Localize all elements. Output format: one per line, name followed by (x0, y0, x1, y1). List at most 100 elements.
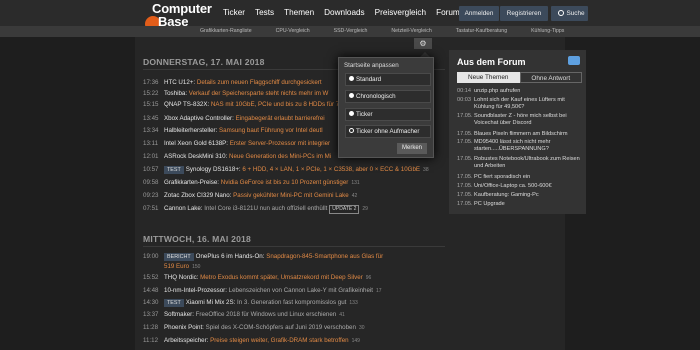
news-time: 12:01 (143, 153, 159, 160)
sub-navigation-bar: Grafikkarten-Rangliste CPU-Vergleich SSD… (0, 26, 700, 37)
news-title: Zotac Zbox CI329 Nano: (164, 192, 232, 199)
comment-count[interactable]: 29 (362, 206, 368, 212)
search-icon (558, 10, 565, 16)
news-time: 14:30 (143, 299, 159, 306)
news-row[interactable]: 15:22 Toshiba: Verkauf der Speichersparte… (143, 88, 328, 99)
comment-count[interactable]: 96 (366, 275, 372, 281)
forum-item[interactable]: 17.05.Kaufberatung: Gaming-Pc (457, 192, 585, 199)
news-title: Cannon Lake: (164, 205, 203, 212)
forum-text: MD95400 lässt sich nicht mehr starten...… (474, 139, 551, 152)
forum-item[interactable]: 17.05.MD95400 lässt sich nicht mehr star… (457, 139, 585, 153)
comment-count[interactable]: 150 (192, 264, 200, 270)
forum-item[interactable]: 17.05.Soundblaster Z - höre mich selbst … (457, 113, 585, 127)
merken-button[interactable]: Merken (397, 143, 427, 154)
nav-ticker[interactable]: Ticker (223, 8, 245, 17)
news-title: Phoenix Point: (164, 324, 204, 331)
nav-preisvergleich[interactable]: Preisvergleich (375, 8, 426, 17)
news-row[interactable]: 09:58 Grafikkarten-Preise: Nvidia GeForce… (143, 177, 360, 188)
news-title: QNAP TS-832X: (164, 101, 210, 108)
option-chronologisch[interactable]: Chronologisch (345, 90, 431, 103)
news-title: ASRock DeskMini 310: (164, 153, 228, 160)
subnav-cpu[interactable]: CPU-Vergleich (276, 28, 310, 34)
forum-time: 17.05. (457, 131, 473, 137)
news-row[interactable]: 13:37 Softmaker: FreeOffice 2018 für Wind… (143, 309, 345, 320)
option-label: Standard (356, 76, 382, 83)
news-row[interactable]: 13:34 Halbleiterhersteller: Samsung baut … (143, 125, 323, 136)
news-row[interactable]: 10:57 TEST Synology DS1618+: 6 + HDD, 4 × … (143, 164, 429, 175)
forum-item[interactable]: 17.05.Blaues Pixeln flimmern am Bildschi… (457, 131, 585, 138)
tab-ohne-antwort[interactable]: Ohne Antwort (519, 72, 582, 83)
news-row[interactable]: 15:15 QNAP TS-832X: NAS mit 10GbE, PCIe u… (143, 99, 343, 110)
news-row[interactable]: 13:45 Xbox Adaptive Controller: Eingabege… (143, 113, 325, 124)
test-badge: TEST (164, 166, 184, 174)
news-title: Xbox Adaptive Controller: (164, 115, 234, 122)
nav-tests[interactable]: Tests (255, 8, 274, 17)
news-row[interactable]: 11:28 Phoenix Point: Spiel des X-COM-Schö… (143, 322, 365, 333)
subnav-tastatur[interactable]: Tastatur-Kaufberatung (456, 28, 507, 34)
comment-count[interactable]: 30 (359, 325, 365, 331)
news-title: Synology DS1618+: (185, 166, 241, 173)
nav-themen[interactable]: Themen (284, 8, 314, 17)
news-time: 13:45 (143, 115, 159, 122)
news-time: 11:12 (143, 337, 159, 344)
news-time: 14:48 (143, 287, 159, 294)
subnav-kuehlung[interactable]: Kühlung-Tipps (531, 28, 564, 34)
comment-count[interactable]: 133 (349, 300, 357, 306)
test-badge: TEST (164, 299, 184, 307)
nav-downloads[interactable]: Downloads (324, 8, 365, 17)
news-row[interactable]: 07:51 Cannon Lake: Intel Core i3-8121U nu… (143, 203, 368, 214)
comment-count[interactable]: 42 (352, 193, 358, 199)
news-row[interactable]: 09:23 Zotac Zbox CI329 Nano: Passiv geküh… (143, 190, 357, 201)
news-row[interactable]: 14:48 10-nm-Intel-Prozessor: Lebenszeiche… (143, 285, 382, 296)
option-standard[interactable]: Standard (345, 73, 431, 86)
option-ticker-ohne-aufmacher[interactable]: Ticker ohne Aufmacher (345, 125, 431, 138)
news-title: THQ Nordic: (164, 274, 199, 281)
forum-item[interactable]: 00:14 unzip.php aufrufen (457, 88, 585, 95)
news-title: 10-nm-Intel-Prozessor: (164, 287, 227, 294)
news-row[interactable]: 14:30 TEST Xiaomi Mi Mix 2S: In 3. Generat… (143, 297, 358, 308)
forum-text: PC fiert sporadisch ein (474, 174, 531, 180)
comment-count[interactable]: 17 (376, 288, 382, 294)
subnav-netzteil[interactable]: Netzteil-Vergleich (391, 28, 431, 34)
news-time: 15:15 (143, 101, 159, 108)
comment-count[interactable]: 131 (351, 180, 359, 186)
forum-text: PC Upgrade (474, 201, 505, 207)
settings-gear-button[interactable]: ⚙ (414, 38, 432, 49)
news-row[interactable]: 17:36 HTC U12+: Details zum neuen Flaggsc… (143, 77, 322, 88)
search-label: Suche (566, 10, 585, 17)
search-button[interactable]: Suche (551, 6, 588, 21)
forum-item[interactable]: 00:03 Lohnt sich der Kauf eines Lüfters m… (457, 97, 585, 111)
news-time: 15:22 (143, 90, 159, 97)
radio-selected-icon (349, 128, 354, 133)
option-label: Ticker ohne Aufmacher (356, 128, 420, 135)
option-label: Chronologisch (356, 93, 396, 100)
forum-item[interactable]: 17.05.Uni/Office-Laptop ca. 500-600€ (457, 183, 585, 190)
top-navigation-bar: Computer Base Ticker Tests Themen Downlo… (0, 0, 700, 32)
forum-item[interactable]: 17.05.PC Upgrade (457, 201, 585, 208)
forum-item[interactable]: 17.05.PC fiert sporadisch ein (457, 174, 585, 181)
forum-time: 17.05. (457, 201, 473, 207)
register-button[interactable]: Registrieren (500, 6, 548, 21)
day-heading-1: DONNERSTAG, 17. MAI 2018 (143, 57, 265, 67)
news-row-continued[interactable]: 519 Euro 150 (164, 261, 200, 272)
forum-item[interactable]: 17.05.Robustes Notebook/Ultrabook zum Re… (457, 156, 585, 170)
news-row[interactable]: 15:52 THQ Nordic: Metro Exodus kommt spät… (143, 272, 371, 283)
comment-count[interactable]: 41 (339, 312, 345, 318)
forum-time: 17.05. (457, 113, 473, 119)
comment-count[interactable]: 38 (423, 167, 429, 173)
news-row[interactable]: 12:01 ASRock DeskMini 310: Neue Generatio… (143, 151, 331, 162)
login-button[interactable]: Anmelden (459, 6, 499, 21)
news-subtitle: 6 + HDD, 4 × LAN, 1 × PCIe, 1 × C3538, a… (242, 166, 421, 173)
news-row[interactable]: 13:11 Intel Xeon Gold 6138P: Erster Serve… (143, 138, 330, 149)
subnav-grafikkarten[interactable]: Grafikkarten-Rangliste (200, 28, 252, 34)
tab-neue-themen[interactable]: Neue Themen (457, 72, 520, 83)
news-subtitle: In 3. Generation fast kompromisslos gut (237, 299, 347, 306)
subnav-ssd[interactable]: SSD-Vergleich (334, 28, 368, 34)
comment-count[interactable]: 149 (352, 338, 360, 344)
option-ticker[interactable]: Ticker (345, 108, 431, 121)
radio-icon (349, 76, 354, 81)
news-time: 10:57 (143, 166, 159, 173)
news-subtitle: Intel Core i3-8121U nun auch offiziell e… (204, 205, 328, 212)
nav-forum[interactable]: Forum (436, 8, 460, 17)
news-row[interactable]: 11:12 Arbeitsspeicher: Preise steigen wei… (143, 335, 360, 346)
